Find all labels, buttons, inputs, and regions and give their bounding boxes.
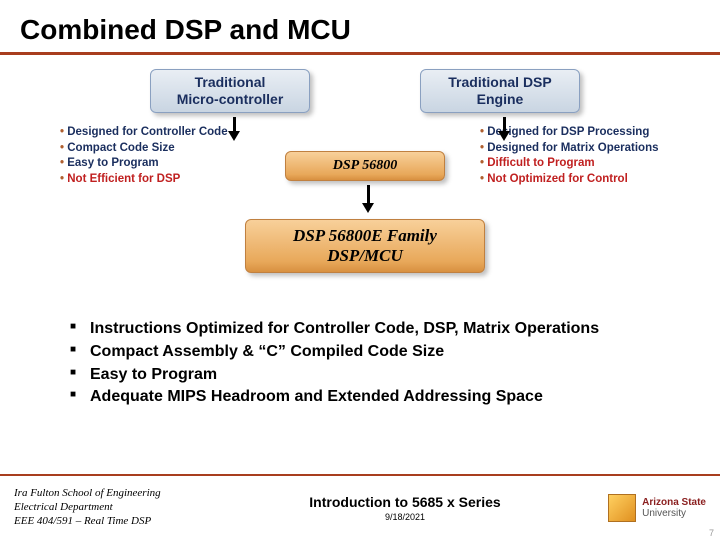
box-dsp-line2: Engine — [477, 91, 524, 108]
footer-right: Arizona State University — [576, 494, 706, 522]
box-family-line2: DSP/MCU — [327, 246, 403, 266]
left-feat-2: Easy to Program — [60, 156, 260, 172]
right-feat-2: Difficult to Program — [480, 156, 690, 172]
diagram-area: Traditional Micro-controller Traditional… — [40, 69, 680, 309]
asu-logo-icon — [608, 494, 636, 522]
bullet-2: Easy to Program — [70, 365, 680, 386]
bullet-3: Adequate MIPS Headroom and Extended Addr… — [70, 387, 680, 408]
bullet-1: Compact Assembly & “C” Compiled Code Siz… — [70, 342, 680, 363]
slide-number: 7 — [709, 528, 714, 538]
box-family: DSP 56800E Family DSP/MCU — [245, 219, 485, 273]
footer-center: Introduction to 5685 x Series 9/18/2021 — [234, 494, 576, 522]
right-feat-3: Not Optimized for Control — [480, 172, 690, 188]
box-family-line1: DSP 56800E Family — [293, 226, 437, 246]
box-mcu-line1: Traditional — [195, 74, 266, 91]
box-dsp: Traditional DSP Engine — [420, 69, 580, 113]
arrow-mid-down — [362, 185, 374, 213]
footer-school: Ira Fulton School of Engineering — [14, 487, 234, 501]
slide-title: Combined DSP and MCU — [0, 0, 720, 55]
footer-date: 9/18/2021 — [234, 512, 576, 522]
arrow-left-down — [228, 117, 240, 141]
slide-footer: Ira Fulton School of Engineering Electri… — [0, 474, 720, 540]
left-feat-1: Compact Code Size — [60, 141, 260, 157]
box-mid-dsp56800: DSP 56800 — [285, 151, 445, 181]
box-mcu: Traditional Micro-controller — [150, 69, 310, 113]
asu-line2: University — [642, 508, 706, 519]
box-mid-label: DSP 56800 — [333, 158, 397, 174]
right-feature-list: Designed for DSP Processing Designed for… — [480, 125, 690, 187]
left-feat-3: Not Efficient for DSP — [60, 172, 260, 188]
box-dsp-line1: Traditional DSP — [448, 74, 551, 91]
box-mcu-line2: Micro-controller — [177, 91, 284, 108]
footer-left: Ira Fulton School of Engineering Electri… — [14, 487, 234, 528]
right-feat-1: Designed for Matrix Operations — [480, 141, 690, 157]
footer-course: EEE 404/591 – Real Time DSP — [14, 515, 234, 529]
asu-line1: Arizona State — [642, 497, 706, 508]
main-bullet-list: Instructions Optimized for Controller Co… — [70, 319, 680, 408]
right-feat-0: Designed for DSP Processing — [480, 125, 690, 141]
asu-text: Arizona State University — [642, 497, 706, 519]
bullet-0: Instructions Optimized for Controller Co… — [70, 319, 680, 340]
footer-dept: Electrical Department — [14, 501, 234, 515]
arrow-right-down — [498, 117, 510, 141]
footer-center-title: Introduction to 5685 x Series — [234, 494, 576, 510]
